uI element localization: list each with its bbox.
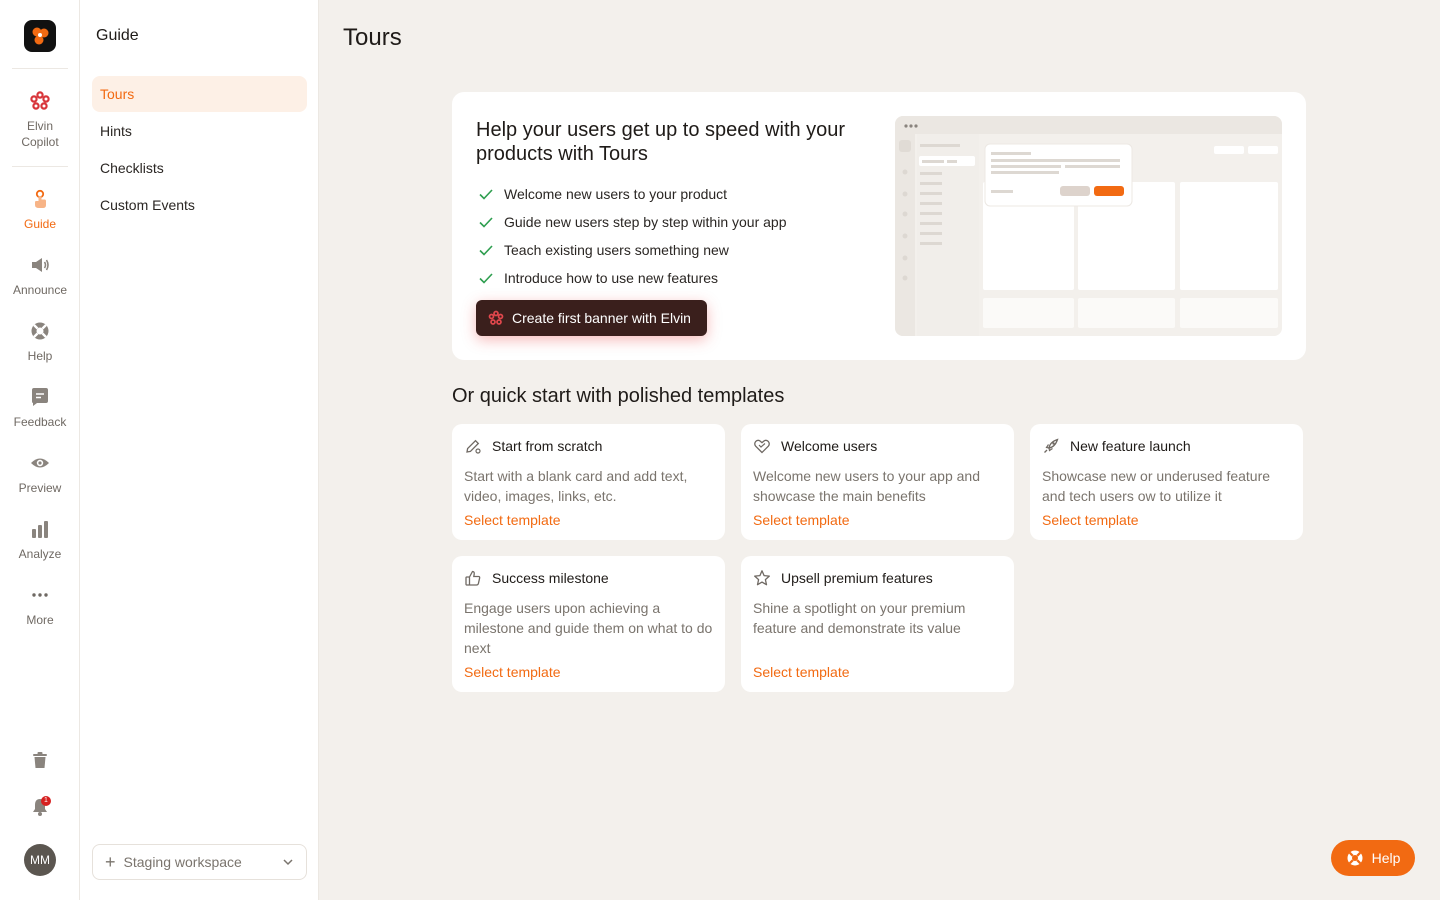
templates-heading: Or quick start with polished templates: [452, 385, 785, 407]
rail-label-elvin: Elvin: [26, 119, 53, 133]
star-icon: [754, 570, 770, 586]
user-avatar[interactable]: MM: [24, 844, 56, 876]
list-item: Guide new users step by step within your…: [478, 208, 787, 236]
card-title: Start from scratch: [492, 438, 603, 454]
card-title: Success milestone: [492, 570, 609, 586]
tour-illustration: [895, 116, 1282, 336]
rail-item-feedback[interactable]: Feedback: [0, 386, 80, 430]
hero-card: Help your users get up to speed with you…: [452, 92, 1306, 360]
benefit-text: Teach existing users something new: [504, 242, 729, 258]
app-logo[interactable]: [24, 20, 56, 52]
card-description: Start with a blank card and add text, vi…: [464, 468, 688, 504]
card-description: Showcase new or underused feature and te…: [1042, 468, 1271, 504]
check-icon: [479, 217, 493, 228]
rail-item-elvin-copilot[interactable]: Elvin Copilot: [0, 90, 80, 150]
notification-badge: 1: [41, 796, 51, 806]
icon-rail: Elvin Copilot Guide Announce Help Feedba…: [0, 0, 80, 900]
logo-icon: [32, 27, 49, 45]
card-description: Welcome new users to your app and showca…: [753, 468, 980, 504]
sidebar-title: Guide: [96, 27, 139, 44]
benefit-list: Welcome new users to your product Guide …: [478, 180, 787, 292]
rocket-icon: [1044, 438, 1059, 453]
rail-label-preview: Preview: [18, 481, 62, 495]
guide-icon: [35, 189, 46, 208]
chevron-down-icon: [283, 859, 293, 866]
thumbs-up-icon: [465, 570, 481, 586]
workspace-label: Staging workspace: [123, 854, 242, 870]
rail-label-announce: Announce: [12, 283, 68, 297]
workspace-selector[interactable]: + Staging workspace: [92, 844, 307, 880]
template-card-welcome-users[interactable]: Welcome users Welcome new users to your …: [741, 424, 1014, 540]
trash-button[interactable]: [0, 750, 80, 775]
check-icon: [479, 189, 493, 200]
pencil-gear-icon: [466, 439, 481, 454]
notifications-button[interactable]: [0, 797, 80, 822]
feedback-icon: [32, 388, 48, 406]
card-title: Upsell premium features: [781, 570, 933, 586]
sidebar-item-tours[interactable]: Tours: [92, 76, 307, 112]
rail-label-analyze: Analyze: [18, 547, 62, 561]
trash-icon: [33, 752, 47, 768]
benefit-text: Guide new users step by step within your…: [504, 214, 787, 230]
plus-icon: +: [105, 852, 116, 872]
rail-label-copilot: Copilot: [21, 135, 59, 149]
select-template-link[interactable]: Select template: [753, 664, 1002, 680]
card-title: Welcome users: [781, 438, 878, 454]
create-banner-button[interactable]: Create first banner with Elvin: [476, 300, 707, 336]
card-description: Engage users upon achieving a milestone …: [464, 600, 713, 656]
create-banner-label: Create first banner with Elvin: [512, 310, 691, 326]
template-card-upsell-premium-features[interactable]: Upsell premium features Shine a spotligh…: [741, 556, 1014, 692]
card-title: New feature launch: [1070, 438, 1191, 454]
rail-item-help[interactable]: Help: [0, 320, 80, 364]
rail-item-more[interactable]: More: [0, 584, 80, 628]
rail-item-preview[interactable]: Preview: [0, 452, 80, 496]
rail-label-guide: Guide: [23, 217, 57, 231]
app-mock-illustration: [895, 116, 1282, 336]
benefit-text: Introduce how to use new features: [504, 270, 719, 286]
hero-title: Help your users get up to speed with you…: [476, 119, 846, 165]
rail-divider: [12, 68, 68, 69]
select-template-link[interactable]: Select template: [464, 512, 713, 528]
lifebuoy-icon: [31, 322, 49, 340]
bar-chart-icon: [32, 521, 48, 538]
card-description: Shine a spotlight on your premium featur…: [753, 600, 966, 636]
template-card-new-feature-launch[interactable]: New feature launch Showcase new or under…: [1030, 424, 1303, 540]
rail-divider: [12, 166, 68, 167]
more-dots-icon: [32, 593, 48, 597]
rail-item-analyze[interactable]: Analyze: [0, 518, 80, 562]
sidebar-item-custom-events[interactable]: Custom Events: [92, 187, 307, 223]
rail-label-more: More: [26, 613, 54, 627]
check-icon: [479, 245, 493, 256]
template-card-start-from-scratch[interactable]: Start from scratch Start with a blank ca…: [452, 424, 725, 540]
elvin-copilot-icon: [488, 310, 504, 325]
lifebuoy-icon: [1347, 850, 1363, 866]
check-icon: [479, 273, 493, 284]
select-template-link[interactable]: Select template: [1042, 512, 1291, 528]
rail-label-help: Help: [27, 349, 53, 363]
list-item: Welcome new users to your product: [478, 180, 787, 208]
sidebar-item-checklists[interactable]: Checklists: [92, 150, 307, 186]
eye-icon: [31, 458, 49, 468]
heart-handshake-icon: [754, 439, 770, 454]
rail-item-guide[interactable]: Guide: [0, 188, 80, 232]
elvin-copilot-icon: [30, 91, 50, 110]
page-title: Tours: [343, 24, 402, 51]
megaphone-icon: [32, 258, 49, 272]
template-card-success-milestone[interactable]: Success milestone Engage users upon achi…: [452, 556, 725, 692]
section-sidebar: Guide Tours Hints Checklists Custom Even…: [80, 0, 319, 900]
help-launcher-label: Help: [1371, 850, 1401, 866]
rail-item-announce[interactable]: Announce: [0, 254, 80, 298]
help-launcher-button[interactable]: Help: [1331, 840, 1415, 876]
benefit-text: Welcome new users to your product: [504, 186, 728, 202]
sidebar-item-hints[interactable]: Hints: [92, 113, 307, 149]
list-item: Introduce how to use new features: [478, 264, 787, 292]
select-template-link[interactable]: Select template: [753, 512, 1002, 528]
rail-label-feedback: Feedback: [13, 415, 67, 429]
select-template-link[interactable]: Select template: [464, 664, 713, 680]
list-item: Teach existing users something new: [478, 236, 787, 264]
